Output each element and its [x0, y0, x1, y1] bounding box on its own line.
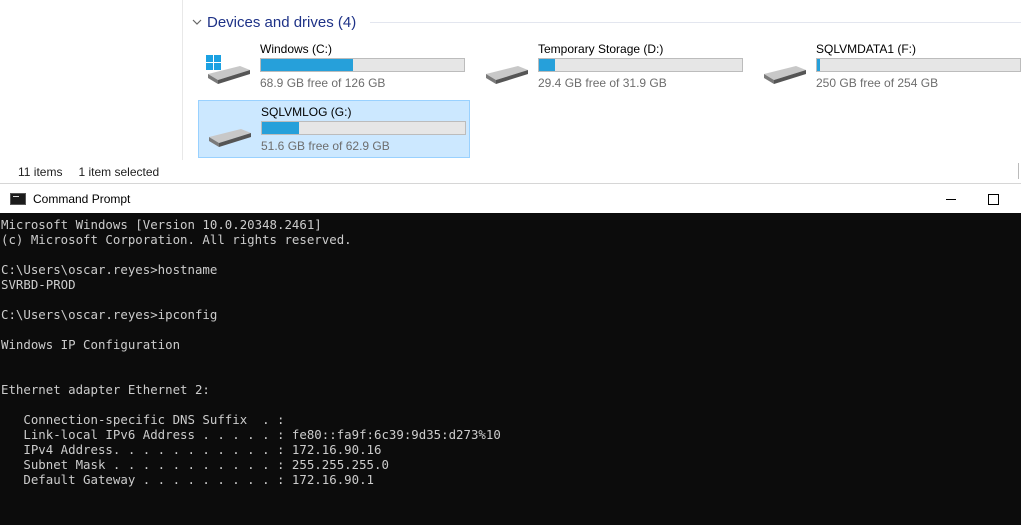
selection-count: 1 item selected: [78, 164, 160, 179]
drive-usage-bar: [260, 58, 465, 72]
item-count: 11 items: [18, 164, 63, 179]
drive-usage-bar: [816, 58, 1021, 72]
drive-free-space: 250 GB free of 254 GB: [816, 76, 939, 90]
window-title: Command Prompt: [33, 191, 131, 206]
console-line: SVRBD-PROD: [1, 277, 76, 292]
drive-name: Temporary Storage (D:): [538, 42, 664, 56]
minimize-button[interactable]: [941, 189, 961, 209]
command-prompt-window: Command Prompt Microsoft Windows [Versio…: [0, 183, 1021, 525]
chevron-down-icon[interactable]: [190, 15, 204, 29]
drive-tile-g[interactable]: SQLVMLOG (G:) 51.6 GB free of 62.9 GB: [198, 100, 470, 158]
console-line: Ethernet adapter Ethernet 2:: [1, 382, 210, 397]
console-line: (c) Microsoft Corporation. All rights re…: [1, 232, 352, 247]
file-explorer-pane: Devices and drives (4) Windows (C:) 68.9…: [0, 0, 1021, 183]
drive-name: Windows (C:): [260, 42, 333, 56]
hard-drive-icon: [209, 129, 251, 147]
devices-group-header[interactable]: Devices and drives (4): [190, 12, 356, 32]
drive-tile-d[interactable]: Temporary Storage (D:) 29.4 GB free of 3…: [476, 38, 748, 96]
drive-usage-fill: [261, 59, 353, 71]
hard-drive-icon: [486, 66, 528, 84]
drive-tile-f[interactable]: SQLVMDATA1 (F:) 250 GB free of 254 GB: [754, 38, 1021, 96]
console-line: Microsoft Windows [Version 10.0.20348.24…: [1, 217, 322, 232]
console-line: IPv4 Address. . . . . . . . . . . : 172.…: [1, 442, 382, 457]
drive-name: SQLVMDATA1 (F:): [816, 42, 917, 56]
drive-usage-bar: [261, 121, 466, 135]
drive-usage-fill: [539, 59, 555, 71]
drive-free-space: 68.9 GB free of 126 GB: [260, 76, 386, 90]
window-title-bar[interactable]: Command Prompt: [0, 183, 1021, 213]
navigation-pane[interactable]: [0, 0, 183, 160]
drive-tile-c[interactable]: Windows (C:) 68.9 GB free of 126 GB: [198, 38, 470, 96]
console-line: Link-local IPv6 Address . . . . . : fe80…: [1, 427, 501, 442]
group-divider: [370, 22, 1021, 23]
hard-drive-icon: [764, 66, 806, 84]
console-line: Subnet Mask . . . . . . . . . . . : 255.…: [1, 457, 389, 472]
explorer-status-bar: 11 items 1 item selected: [0, 160, 1021, 183]
maximize-button[interactable]: [983, 189, 1003, 209]
console-output[interactable]: Microsoft Windows [Version 10.0.20348.24…: [0, 213, 1021, 525]
console-line: Windows IP Configuration: [1, 337, 181, 352]
drive-usage-fill: [262, 122, 299, 134]
drive-free-space: 29.4 GB free of 31.9 GB: [538, 76, 667, 90]
drive-free-space: 51.6 GB free of 62.9 GB: [261, 139, 390, 153]
console-icon[interactable]: [10, 192, 26, 205]
console-line: C:\Users\oscar.reyes>hostname: [1, 262, 218, 277]
view-toggle-handle[interactable]: [1018, 163, 1019, 179]
drive-usage-fill: [817, 59, 821, 71]
drive-name: SQLVMLOG (G:): [261, 105, 352, 119]
console-line: C:\Users\oscar.reyes>ipconfig: [1, 307, 218, 322]
devices-group-title: Devices and drives (4): [207, 13, 357, 31]
drive-usage-bar: [538, 58, 743, 72]
console-line: Default Gateway . . . . . . . . . : 172.…: [1, 472, 374, 487]
console-line: Connection-specific DNS Suffix . :: [1, 412, 285, 427]
windows-drive-icon: [206, 55, 250, 84]
